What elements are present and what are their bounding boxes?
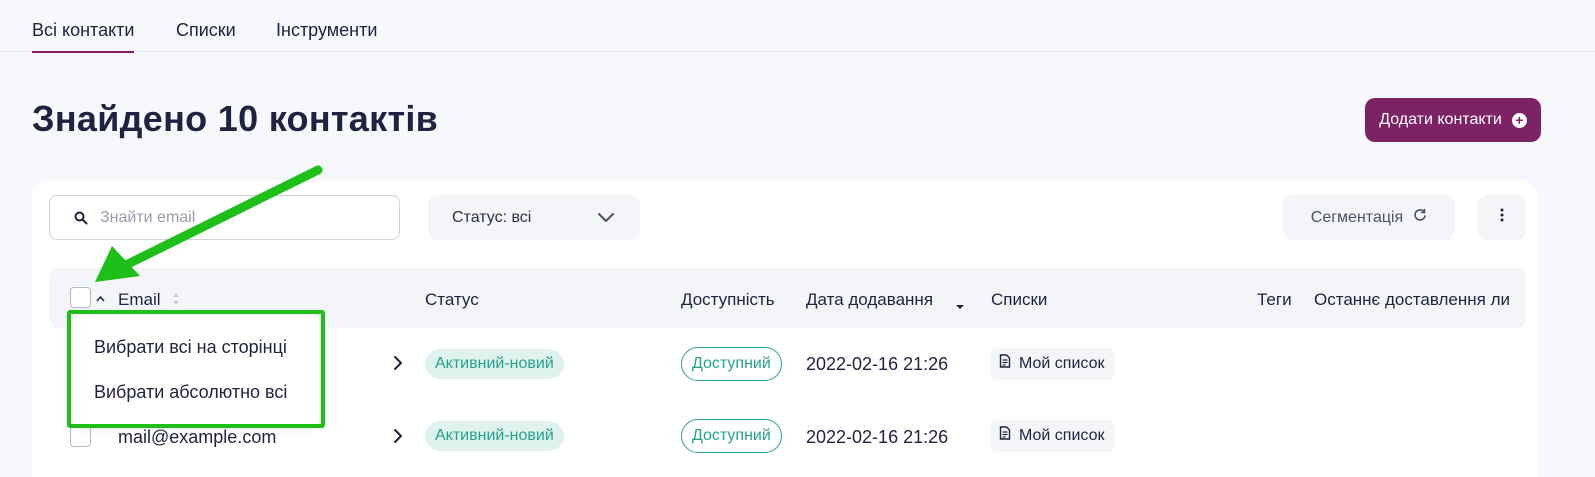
status-filter-label: Статус: всі [452, 208, 532, 226]
document-icon [999, 420, 1011, 452]
select-all-checkbox[interactable] [70, 287, 91, 308]
select-menu: Вибрати всі на сторінці Вибрати абсолютн… [72, 315, 320, 425]
chevron-up-icon[interactable] [96, 294, 105, 305]
sort-desc-icon[interactable] [955, 297, 965, 315]
status-filter-dropdown[interactable]: Статус: всі [428, 195, 640, 240]
add-contacts-label: Додати контакти [1379, 111, 1502, 128]
add-contacts-button[interactable]: Додати контакти + [1365, 98, 1541, 142]
column-tags[interactable]: Теги [1257, 290, 1292, 310]
refresh-icon [1413, 208, 1427, 227]
search-field[interactable] [49, 195, 400, 240]
tab-all-contacts[interactable]: Всі контакти [32, 20, 135, 53]
availability-badge: Доступний [681, 347, 782, 381]
chevron-down-icon [598, 210, 614, 228]
segmentation-label: Сегментація [1310, 208, 1404, 226]
column-email[interactable]: Email [118, 290, 161, 310]
more-vertical-icon [1500, 208, 1504, 227]
select-absolutely-all-option[interactable]: Вибрати абсолютно всі [94, 382, 287, 403]
list-chip[interactable]: Мой список [991, 420, 1115, 452]
column-date-added[interactable]: Дата додавання [806, 290, 933, 310]
tab-tools[interactable]: Інструменти [276, 20, 377, 41]
availability-badge: Доступний [681, 419, 782, 453]
row-date-added: 2022-02-16 21:26 [806, 354, 949, 374]
row-date-added: 2022-02-16 21:26 [806, 427, 949, 447]
column-lists[interactable]: Списки [991, 290, 1047, 310]
chevron-right-icon[interactable] [393, 428, 403, 449]
document-icon [999, 348, 1011, 380]
plus-circle-icon: + [1511, 112, 1527, 128]
select-all-on-page-option[interactable]: Вибрати всі на сторінці [94, 337, 287, 358]
row-email[interactable]: mail@example.com [118, 427, 276, 448]
row-checkbox[interactable] [70, 426, 91, 447]
column-status[interactable]: Статус [425, 290, 479, 310]
search-input[interactable] [100, 208, 360, 227]
sort-icon[interactable] [172, 291, 180, 312]
search-icon [74, 211, 88, 225]
status-badge: Активний-новий [425, 349, 564, 379]
segmentation-button[interactable]: Сегментація [1283, 195, 1455, 240]
more-options-button[interactable] [1478, 195, 1526, 240]
status-badge: Активний-новий [425, 421, 564, 451]
list-chip-label: Мой список [1019, 427, 1105, 444]
tab-bar: Всі контакти Списки Інструменти [0, 0, 1595, 53]
list-chip[interactable]: Мой список [991, 348, 1115, 380]
list-chip-label: Мой список [1019, 355, 1105, 372]
chevron-right-icon[interactable] [393, 355, 403, 376]
column-availability[interactable]: Доступність [681, 290, 775, 310]
column-last-delivery[interactable]: Останнє доставлення ли [1314, 290, 1526, 310]
tab-lists[interactable]: Списки [176, 20, 236, 41]
page-title: Знайдено 10 контактів [32, 98, 439, 139]
